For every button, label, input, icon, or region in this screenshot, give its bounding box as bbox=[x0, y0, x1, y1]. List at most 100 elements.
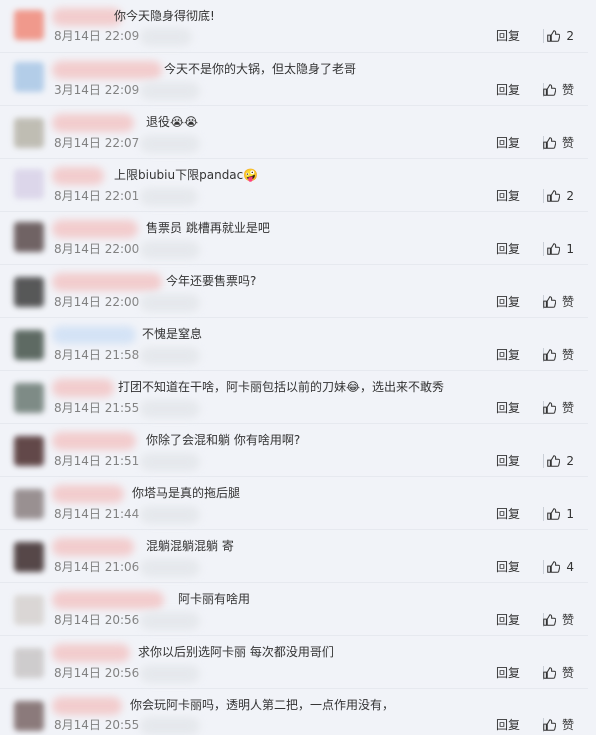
like-count: 赞 bbox=[561, 401, 574, 415]
comment-emoji: 😭😭 bbox=[170, 115, 199, 129]
username-blur bbox=[52, 644, 130, 662]
username-blur bbox=[52, 538, 134, 556]
comment-text: 你今天隐身得彻底! bbox=[114, 9, 215, 23]
username-blur bbox=[52, 485, 124, 503]
list-item: 阿卡丽有啥用 8月14日 20:56 回复 赞 bbox=[0, 583, 588, 636]
reply-button[interactable]: 回复 bbox=[496, 717, 520, 733]
action-divider bbox=[543, 560, 544, 574]
avatar[interactable] bbox=[14, 277, 44, 307]
like-count: 2 bbox=[566, 29, 574, 43]
comment-time: 8月14日 21:06 bbox=[54, 560, 140, 574]
like-button[interactable]: 1 bbox=[546, 241, 574, 257]
reply-button[interactable]: 回复 bbox=[496, 28, 520, 44]
like-button[interactable]: 赞 bbox=[542, 294, 574, 310]
reply-button[interactable]: 回复 bbox=[496, 453, 520, 469]
action-divider bbox=[543, 189, 544, 203]
reply-button[interactable]: 回复 bbox=[496, 612, 520, 628]
reply-button[interactable]: 回复 bbox=[496, 665, 520, 681]
reply-button[interactable]: 回复 bbox=[496, 135, 520, 151]
username-blur bbox=[52, 591, 164, 609]
avatar[interactable] bbox=[14, 436, 44, 466]
reply-button[interactable]: 回复 bbox=[496, 82, 520, 98]
like-count: 赞 bbox=[561, 666, 574, 680]
like-button[interactable]: 1 bbox=[546, 506, 574, 522]
like-button[interactable]: 赞 bbox=[542, 612, 574, 628]
avatar[interactable] bbox=[14, 62, 44, 92]
like-count: 赞 bbox=[561, 613, 574, 627]
action-divider bbox=[543, 242, 544, 256]
avatar[interactable] bbox=[14, 701, 44, 731]
reply-button[interactable]: 回复 bbox=[496, 559, 520, 575]
comment-text: 今年还要售票吗? bbox=[166, 274, 257, 288]
avatar[interactable] bbox=[14, 383, 44, 413]
comment-text-main: 打团不知道在干啥，阿卡丽包括以前的刀妹 bbox=[118, 380, 347, 394]
thumbs-up-icon bbox=[547, 561, 561, 573]
like-count: 赞 bbox=[561, 348, 574, 362]
comment-text: 售票员 跳槽再就业是吧 bbox=[146, 221, 270, 235]
like-button[interactable]: 赞 bbox=[542, 717, 574, 733]
like-button[interactable]: 赞 bbox=[542, 135, 574, 151]
meta-blur bbox=[140, 347, 200, 365]
avatar[interactable] bbox=[14, 222, 44, 252]
comment-time: 8月14日 22:00 bbox=[54, 295, 140, 309]
comment-time: 8月14日 22:09 bbox=[54, 29, 140, 43]
comment-time: 8月14日 21:58 bbox=[54, 348, 140, 362]
meta-blur bbox=[140, 241, 200, 259]
like-button[interactable]: 赞 bbox=[542, 347, 574, 363]
comment-text: 今天不是你的大锅，但太隐身了老哥 bbox=[164, 62, 357, 76]
comment-text: 你塔马是真的拖后腿 bbox=[132, 486, 241, 500]
meta-blur bbox=[140, 294, 200, 312]
list-item: 你除了会混和躺 你有啥用啊? 8月14日 21:51 回复 2 bbox=[0, 424, 588, 477]
comment-time: 8月14日 22:07 bbox=[54, 136, 140, 150]
meta-blur bbox=[140, 135, 200, 153]
like-count: 1 bbox=[566, 242, 574, 256]
avatar[interactable] bbox=[14, 648, 44, 678]
list-item: 你塔马是真的拖后腿 8月14日 21:44 回复 1 bbox=[0, 477, 588, 530]
list-item: 你今天隐身得彻底! 8月14日 22:09 回复 2 bbox=[0, 0, 588, 53]
like-button[interactable]: 2 bbox=[546, 453, 574, 469]
like-button[interactable]: 4 bbox=[546, 559, 574, 575]
thumbs-up-icon bbox=[543, 667, 556, 679]
comment-emoji: 🤪 bbox=[243, 168, 259, 182]
avatar[interactable] bbox=[14, 118, 44, 148]
like-button[interactable]: 2 bbox=[546, 188, 574, 204]
like-button[interactable]: 赞 bbox=[542, 665, 574, 681]
reply-button[interactable]: 回复 bbox=[496, 188, 520, 204]
comment-time: 8月14日 22:00 bbox=[54, 242, 140, 256]
username-blur bbox=[52, 8, 122, 26]
like-button[interactable]: 赞 bbox=[542, 400, 574, 416]
thumbs-up-icon bbox=[547, 190, 561, 202]
avatar[interactable] bbox=[14, 10, 44, 40]
list-item: 上限biubiu下限pandac🤪 8月14日 22:01 回复 2 bbox=[0, 159, 588, 212]
reply-button[interactable]: 回复 bbox=[496, 506, 520, 522]
reply-button[interactable]: 回复 bbox=[496, 347, 520, 363]
comment-text-main: 退役 bbox=[146, 115, 171, 129]
comment-text: 退役😭😭 bbox=[146, 114, 198, 130]
comment-text-tail: ，选出来不敢秀 bbox=[360, 380, 445, 394]
avatar[interactable] bbox=[14, 169, 44, 199]
thumbs-up-icon bbox=[543, 349, 556, 361]
comment-time: 8月14日 22:01 bbox=[54, 189, 140, 203]
comment-time: 8月14日 21:44 bbox=[54, 507, 140, 521]
avatar[interactable] bbox=[14, 330, 44, 360]
reply-button[interactable]: 回复 bbox=[496, 241, 520, 257]
like-button[interactable]: 赞 bbox=[542, 82, 574, 98]
reply-button[interactable]: 回复 bbox=[496, 294, 520, 310]
meta-blur bbox=[140, 506, 200, 524]
username-blur bbox=[52, 273, 162, 291]
like-button[interactable]: 2 bbox=[546, 28, 574, 44]
like-count: 赞 bbox=[561, 718, 574, 732]
username-blur bbox=[52, 167, 104, 185]
comment-time: 8月14日 20:56 bbox=[54, 613, 140, 627]
thumbs-up-icon bbox=[543, 84, 556, 96]
avatar[interactable] bbox=[14, 595, 44, 625]
reply-button[interactable]: 回复 bbox=[496, 400, 520, 416]
comment-text: 不愧是窒息 bbox=[142, 327, 203, 341]
avatar[interactable] bbox=[14, 542, 44, 572]
like-count: 4 bbox=[566, 560, 574, 574]
username-blur bbox=[52, 114, 134, 132]
comment-list: 你今天隐身得彻底! 8月14日 22:09 回复 2 今天不是你的大锅，但太隐身… bbox=[0, 0, 596, 735]
avatar[interactable] bbox=[14, 489, 44, 519]
thumbs-up-icon bbox=[547, 455, 561, 467]
username-blur bbox=[52, 326, 136, 344]
